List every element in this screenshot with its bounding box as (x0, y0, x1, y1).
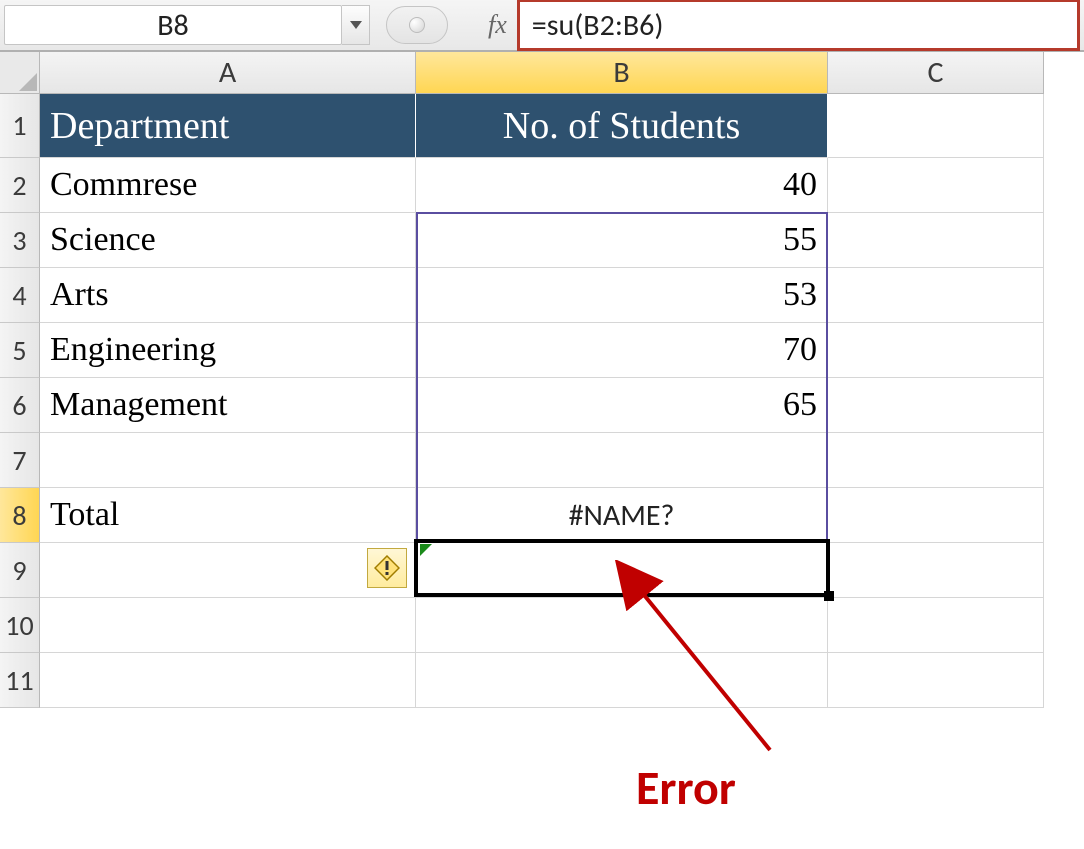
row-header-11[interactable]: 11 (0, 653, 40, 708)
cell-a7[interactable] (40, 433, 416, 488)
chevron-down-icon (349, 20, 363, 30)
cell-a9[interactable] (40, 543, 416, 598)
table-row: 10 (0, 598, 1084, 653)
cell-b1[interactable]: No. of Students (416, 94, 828, 158)
row-header-7[interactable]: 7 (0, 433, 40, 488)
cell-c9[interactable] (828, 543, 1044, 598)
table-row: 6 Management 65 (0, 378, 1084, 433)
column-header-row: A B C (0, 52, 1084, 94)
row-header-1[interactable]: 1 (0, 94, 40, 158)
cell-b10[interactable] (416, 598, 828, 653)
row-header-10[interactable]: 10 (0, 598, 40, 653)
name-box[interactable]: B8 (4, 5, 342, 45)
cell-c11[interactable] (828, 653, 1044, 708)
cell-a3[interactable]: Science (40, 213, 416, 268)
cell-b2[interactable]: 40 (416, 158, 828, 213)
cell-c7[interactable] (828, 433, 1044, 488)
error-smart-tag[interactable] (367, 548, 407, 588)
cell-b3[interactable]: 55 (416, 213, 828, 268)
table-row: 11 (0, 653, 1084, 708)
table-row: 7 (0, 433, 1084, 488)
row-header-6[interactable]: 6 (0, 378, 40, 433)
warning-icon (374, 555, 400, 581)
table-row: 8 Total #NAME? (0, 488, 1084, 543)
insert-function-dot-icon (409, 17, 425, 33)
fx-icon[interactable]: fx (488, 10, 507, 40)
cell-b8[interactable]: #NAME? (416, 488, 828, 543)
name-box-dropdown[interactable] (342, 5, 370, 45)
formula-input-highlight: =su(B2:B6) (517, 0, 1080, 51)
row-header-2[interactable]: 2 (0, 158, 40, 213)
cell-a10[interactable] (40, 598, 416, 653)
cancel-enter-area (386, 6, 448, 44)
cell-a11[interactable] (40, 653, 416, 708)
table-row: 4 Arts 53 (0, 268, 1084, 323)
cell-c6[interactable] (828, 378, 1044, 433)
table-row: 5 Engineering 70 (0, 323, 1084, 378)
error-triangle-icon (420, 544, 432, 556)
row-header-5[interactable]: 5 (0, 323, 40, 378)
column-header-b[interactable]: B (416, 52, 828, 94)
cell-b7[interactable] (416, 433, 828, 488)
cell-b8-value: #NAME? (569, 497, 675, 534)
cell-c2[interactable] (828, 158, 1044, 213)
cell-c4[interactable] (828, 268, 1044, 323)
cell-a1[interactable]: Department (40, 94, 416, 158)
row-header-9[interactable]: 9 (0, 543, 40, 598)
cell-a2[interactable]: Commrese (40, 158, 416, 213)
fill-handle[interactable] (824, 591, 834, 601)
table-row: 3 Science 55 (0, 213, 1084, 268)
cell-a5[interactable]: Engineering (40, 323, 416, 378)
cell-c5[interactable] (828, 323, 1044, 378)
cell-a8[interactable]: Total (40, 488, 416, 543)
select-all-corner[interactable] (0, 52, 40, 94)
row-header-8[interactable]: 8 (0, 488, 40, 543)
cell-a4[interactable]: Arts (40, 268, 416, 323)
cell-c8[interactable] (828, 488, 1044, 543)
cell-b4[interactable]: 53 (416, 268, 828, 323)
cell-b11[interactable] (416, 653, 828, 708)
cell-b5[interactable]: 70 (416, 323, 828, 378)
cell-c10[interactable] (828, 598, 1044, 653)
column-header-a[interactable]: A (40, 52, 416, 94)
table-row: 2 Commrese 40 (0, 158, 1084, 213)
table-row: 9 (0, 543, 1084, 598)
formula-input[interactable]: =su(B2:B6) (532, 7, 664, 44)
name-box-value: B8 (157, 7, 189, 44)
column-header-c[interactable]: C (828, 52, 1044, 94)
annotation-label: Error (636, 758, 736, 817)
cell-b9[interactable] (416, 543, 828, 598)
table-row: 1 Department No. of Students (0, 94, 1084, 158)
formula-bar: B8 fx =su(B2:B6) (0, 0, 1084, 52)
row-header-4[interactable]: 4 (0, 268, 40, 323)
cell-c3[interactable] (828, 213, 1044, 268)
spreadsheet-grid[interactable]: A B C 1 Department No. of Students 2 Com… (0, 52, 1084, 708)
row-header-3[interactable]: 3 (0, 213, 40, 268)
cell-b6[interactable]: 65 (416, 378, 828, 433)
cell-c1[interactable] (828, 94, 1044, 158)
cell-a6[interactable]: Management (40, 378, 416, 433)
